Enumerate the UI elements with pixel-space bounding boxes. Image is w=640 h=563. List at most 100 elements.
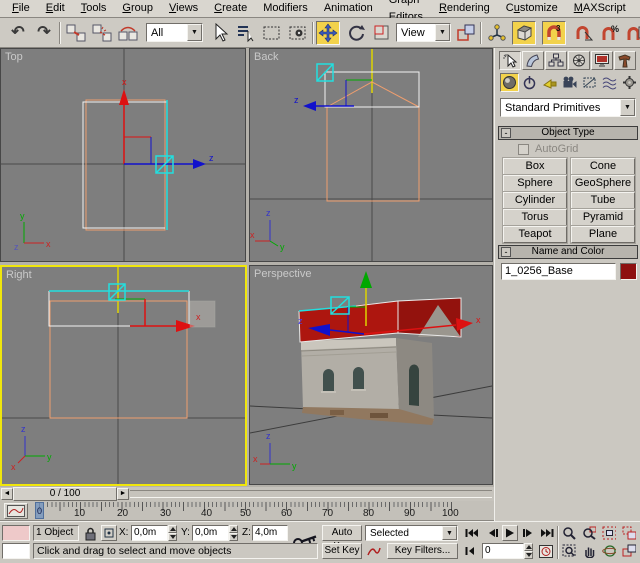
primitive-box-button[interactable]: Box bbox=[503, 158, 567, 175]
spinner-snap-button[interactable] bbox=[624, 21, 640, 45]
pan-view-button[interactable] bbox=[581, 543, 597, 559]
selection-filter-dropdown[interactable]: All▼ bbox=[146, 23, 203, 42]
zoom-button[interactable] bbox=[561, 525, 577, 541]
key-mode-toggle[interactable] bbox=[463, 543, 478, 559]
menu-create[interactable]: Create bbox=[206, 0, 255, 17]
key-filter-selected-dropdown[interactable]: Selected▼ bbox=[365, 525, 458, 541]
tab-hierarchy[interactable] bbox=[545, 51, 567, 70]
go-to-end-button[interactable] bbox=[539, 525, 555, 541]
tab-utilities[interactable] bbox=[614, 51, 636, 70]
rollout-collapse-button[interactable]: - bbox=[501, 128, 511, 138]
viewport-perspective[interactable]: z x z y x Perspective bbox=[249, 265, 493, 485]
select-by-name-button[interactable] bbox=[234, 21, 258, 45]
default-in-out-tangents-button[interactable] bbox=[365, 543, 383, 559]
tab-display[interactable] bbox=[591, 51, 613, 70]
zoom-all-button[interactable] bbox=[581, 525, 597, 541]
bind-to-space-warp-button[interactable] bbox=[116, 21, 140, 45]
dropdown-arrow-icon[interactable]: ▼ bbox=[442, 526, 457, 540]
rectangular-selection-region-button[interactable] bbox=[260, 21, 284, 45]
primitive-cylinder-button[interactable]: Cylinder bbox=[503, 192, 567, 209]
maxscript-macro-recorder-pane[interactable] bbox=[2, 525, 30, 541]
primitive-geosphere-button[interactable]: GeoSphere bbox=[571, 175, 635, 192]
menu-file[interactable]: File bbox=[4, 0, 38, 17]
menu-modifiers[interactable]: Modifiers bbox=[255, 0, 316, 17]
auto-key-button[interactable]: Auto Key bbox=[322, 525, 362, 541]
previous-frame-button[interactable] bbox=[484, 525, 500, 541]
open-mini-curve-editor-button[interactable] bbox=[4, 503, 28, 519]
z-coordinate-field[interactable]: 4,0m bbox=[252, 525, 288, 541]
viewport-back[interactable]: z z x y Back bbox=[249, 48, 493, 262]
select-object-button[interactable] bbox=[208, 21, 232, 45]
selection-lock-toggle[interactable] bbox=[82, 525, 98, 541]
category-space-warps-button[interactable] bbox=[600, 73, 619, 92]
primitive-tube-button[interactable]: Tube bbox=[571, 192, 635, 209]
primitive-torus-button[interactable]: Torus bbox=[503, 209, 567, 226]
viewport-label-back[interactable]: Back bbox=[254, 51, 278, 63]
perspective-viewport-canvas[interactable]: z x z y x bbox=[250, 266, 492, 484]
reference-coordinate-system-dropdown[interactable]: View▼ bbox=[396, 23, 451, 42]
viewport-right-active[interactable]: x z y x Right bbox=[0, 265, 247, 486]
current-frame-marker[interactable]: 0 bbox=[35, 502, 44, 519]
back-viewport-canvas[interactable]: z z x y bbox=[250, 49, 492, 261]
autogrid-checkbox[interactable] bbox=[518, 144, 529, 155]
snaps-toggle-button[interactable]: 3 bbox=[542, 21, 566, 45]
time-slider-handle[interactable]: 0 / 100 bbox=[13, 487, 117, 501]
x-coordinate-field[interactable]: 0,0m bbox=[131, 525, 168, 541]
viewport-label-right[interactable]: Right bbox=[6, 269, 32, 281]
play-animation-button[interactable] bbox=[502, 525, 518, 541]
primitive-cone-button[interactable]: Cone bbox=[571, 158, 635, 175]
arc-rotate-button[interactable] bbox=[601, 543, 617, 559]
tab-modify[interactable] bbox=[522, 51, 544, 70]
category-shapes-button[interactable] bbox=[520, 73, 539, 92]
rollout-collapse-button[interactable]: - bbox=[501, 247, 511, 257]
select-and-rotate-button[interactable] bbox=[344, 21, 368, 45]
menu-group[interactable]: Group bbox=[114, 0, 161, 17]
zoom-extents-button[interactable] bbox=[601, 525, 617, 541]
tab-motion[interactable] bbox=[568, 51, 590, 70]
y-coordinate-field[interactable]: 0,0m bbox=[192, 525, 229, 541]
absolute-offset-mode-toggle[interactable] bbox=[101, 525, 117, 541]
right-viewport-canvas[interactable]: x z y x bbox=[2, 267, 245, 484]
time-slider-track[interactable] bbox=[130, 490, 492, 498]
region-zoom-button[interactable] bbox=[561, 543, 577, 559]
dropdown-arrow-icon[interactable]: ▼ bbox=[187, 24, 202, 41]
dropdown-arrow-icon[interactable]: ▼ bbox=[435, 24, 450, 41]
menu-edit[interactable]: Edit bbox=[38, 0, 73, 17]
set-key-button[interactable]: Set Key bbox=[322, 543, 362, 559]
viewport-label-top[interactable]: Top bbox=[5, 51, 23, 63]
category-cameras-button[interactable] bbox=[560, 73, 579, 92]
select-and-link-button[interactable] bbox=[64, 21, 88, 45]
menu-views[interactable]: Views bbox=[161, 0, 206, 17]
menu-tools[interactable]: Tools bbox=[73, 0, 115, 17]
object-color-swatch[interactable] bbox=[620, 263, 637, 280]
object-name-field[interactable]: 1_0256_Base bbox=[501, 263, 616, 280]
primitive-pyramid-button[interactable]: Pyramid bbox=[571, 209, 635, 226]
dropdown-arrow-icon[interactable]: ▼ bbox=[620, 99, 635, 116]
y-coordinate-spinner[interactable] bbox=[229, 525, 238, 541]
selected-roof-object[interactable] bbox=[299, 298, 461, 342]
min-max-toggle-button[interactable] bbox=[621, 543, 637, 559]
use-pivot-point-center-button[interactable] bbox=[454, 21, 478, 45]
menu-customize[interactable]: Customize bbox=[498, 0, 566, 17]
rollout-name-and-color[interactable]: - Name and Color bbox=[498, 245, 638, 259]
select-and-scale-button[interactable] bbox=[370, 21, 394, 45]
go-to-start-button[interactable] bbox=[463, 525, 479, 541]
category-geometry-button[interactable] bbox=[500, 73, 519, 92]
keyboard-shortcut-override-button[interactable] bbox=[512, 21, 536, 45]
unlink-selection-button[interactable] bbox=[90, 21, 114, 45]
menu-animation[interactable]: Animation bbox=[316, 0, 381, 17]
menu-rendering[interactable]: Rendering bbox=[431, 0, 498, 17]
time-slider-next-button[interactable]: ► bbox=[117, 488, 129, 500]
maxscript-listener-pane[interactable] bbox=[2, 543, 30, 559]
top-viewport-canvas[interactable]: x z y x z bbox=[1, 49, 245, 261]
category-lights-button[interactable] bbox=[540, 73, 559, 92]
tab-create[interactable] bbox=[499, 51, 521, 70]
select-and-manipulate-button[interactable] bbox=[485, 21, 509, 45]
category-helpers-button[interactable] bbox=[580, 73, 599, 92]
current-frame-spinner[interactable] bbox=[524, 543, 533, 559]
menu-maxscript[interactable]: MAXScript bbox=[566, 0, 634, 17]
time-configuration-button[interactable] bbox=[538, 543, 554, 559]
time-slider-prev-button[interactable]: ◄ bbox=[1, 488, 13, 500]
category-type-dropdown[interactable]: Standard Primitives▼ bbox=[500, 98, 636, 117]
zoom-extents-all-button[interactable] bbox=[621, 525, 637, 541]
